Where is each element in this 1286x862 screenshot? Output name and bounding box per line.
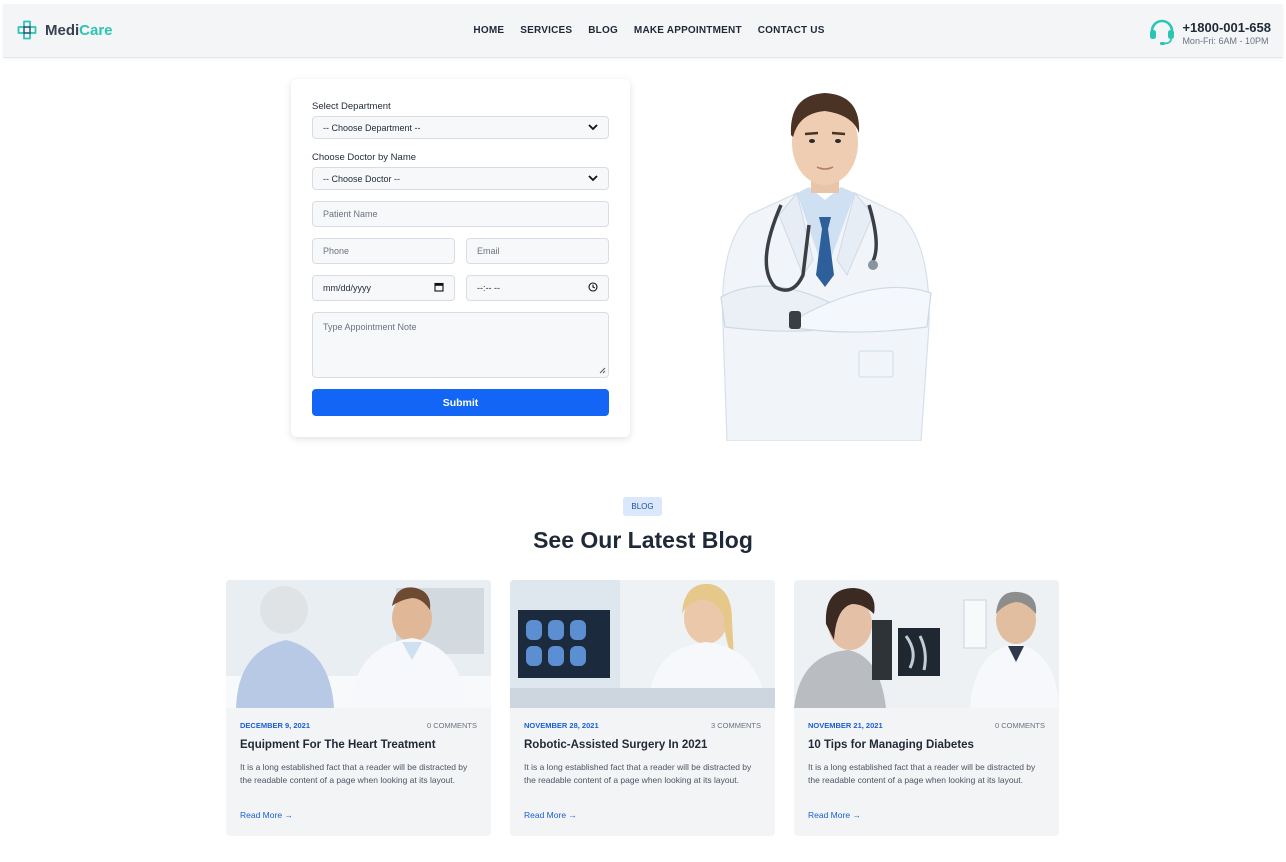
read-more-link[interactable]: Read More → — [240, 810, 293, 820]
blog-card-date: NOVEMBER 21, 2021 — [808, 721, 883, 730]
time-input[interactable]: --:-- -- — [466, 275, 609, 301]
appointment-form: Select Department -- Choose Department -… — [291, 79, 630, 437]
chevron-down-icon — [588, 174, 598, 184]
nav-services[interactable]: SERVICES — [520, 25, 572, 36]
blog-card-date: DECEMBER 9, 2021 — [240, 721, 311, 730]
blog-card-image[interactable] — [510, 580, 775, 708]
blog-card-title[interactable]: Equipment For The Heart Treatment — [240, 739, 436, 751]
clock-icon[interactable] — [588, 282, 598, 294]
doctor-select[interactable]: -- Choose Doctor -- — [312, 167, 609, 190]
note-placeholder: Type Appointment Note — [323, 322, 417, 332]
doctor-image — [709, 75, 941, 442]
blog-card-excerpt: It is a long established fact that a rea… — [808, 762, 1036, 785]
nav-make-appointment[interactable]: MAKE APPOINTMENT — [634, 25, 742, 36]
blog-card-date: NOVEMBER 28, 2021 — [524, 721, 599, 730]
header-contact: +1800-001-658 Mon-Fri: 6AM - 10PM — [1148, 16, 1271, 51]
date-input[interactable]: mm/dd/yyyy — [312, 275, 455, 301]
chevron-down-icon — [588, 123, 598, 133]
blog-card-image[interactable] — [794, 580, 1059, 708]
patient-name-input[interactable]: Patient Name — [312, 201, 609, 227]
email-input[interactable]: Email — [466, 238, 609, 264]
phone-input[interactable]: Phone — [312, 238, 455, 264]
doctor-label: Choose Doctor by Name — [312, 152, 417, 163]
department-label: Select Department — [312, 101, 391, 112]
headset-icon — [1148, 16, 1176, 51]
blog-card: NOVEMBER 28, 2021 3 COMMENTS Robotic-Ass… — [510, 580, 775, 836]
date-input-value: mm/dd/yyyy — [323, 283, 372, 293]
site-header: MediCare HOME SERVICES BLOG MAKE APPOINT… — [3, 4, 1283, 58]
blog-badge: BLOG — [623, 497, 662, 516]
blog-card-comments[interactable]: 3 COMMENTS — [711, 721, 761, 730]
department-select[interactable]: -- Choose Department -- — [312, 116, 609, 139]
appointment-note-textarea[interactable]: Type Appointment Note — [312, 312, 609, 378]
resize-handle-icon[interactable] — [599, 366, 606, 376]
blog-card-comments[interactable]: 0 COMMENTS — [427, 721, 477, 730]
blog-card: DECEMBER 9, 2021 0 COMMENTS Equipment Fo… — [226, 580, 491, 836]
nav-home[interactable]: HOME — [473, 25, 504, 36]
nav-contact-us[interactable]: CONTACT US — [758, 25, 825, 36]
calendar-icon[interactable] — [434, 282, 444, 294]
phone-number[interactable]: +1800-001-658 — [1182, 20, 1271, 35]
blog-card-title[interactable]: 10 Tips for Managing Diabetes — [808, 739, 974, 751]
read-more-link[interactable]: Read More → — [808, 810, 861, 820]
blog-card-title[interactable]: Robotic-Assisted Surgery In 2021 — [524, 739, 707, 751]
read-more-link[interactable]: Read More → — [524, 810, 577, 820]
blog-card-comments[interactable]: 0 COMMENTS — [995, 721, 1045, 730]
doctor-select-value: -- Choose Doctor -- — [323, 173, 401, 184]
main-nav: HOME SERVICES BLOG MAKE APPOINTMENT CONT… — [3, 25, 1283, 36]
blog-section-title: See Our Latest Blog — [533, 527, 753, 553]
blog-card-excerpt: It is a long established fact that a rea… — [524, 762, 752, 785]
opening-hours: Mon-Fri: 6AM - 10PM — [1182, 35, 1269, 46]
blog-card: NOVEMBER 21, 2021 0 COMMENTS 10 Tips for… — [794, 580, 1059, 836]
time-input-value: --:-- -- — [477, 283, 500, 293]
department-select-value: -- Choose Department -- — [323, 122, 421, 133]
submit-button[interactable]: Submit — [312, 389, 609, 416]
blog-card-excerpt: It is a long established fact that a rea… — [240, 762, 468, 785]
blog-card-image[interactable] — [226, 580, 491, 708]
nav-blog[interactable]: BLOG — [588, 25, 618, 36]
